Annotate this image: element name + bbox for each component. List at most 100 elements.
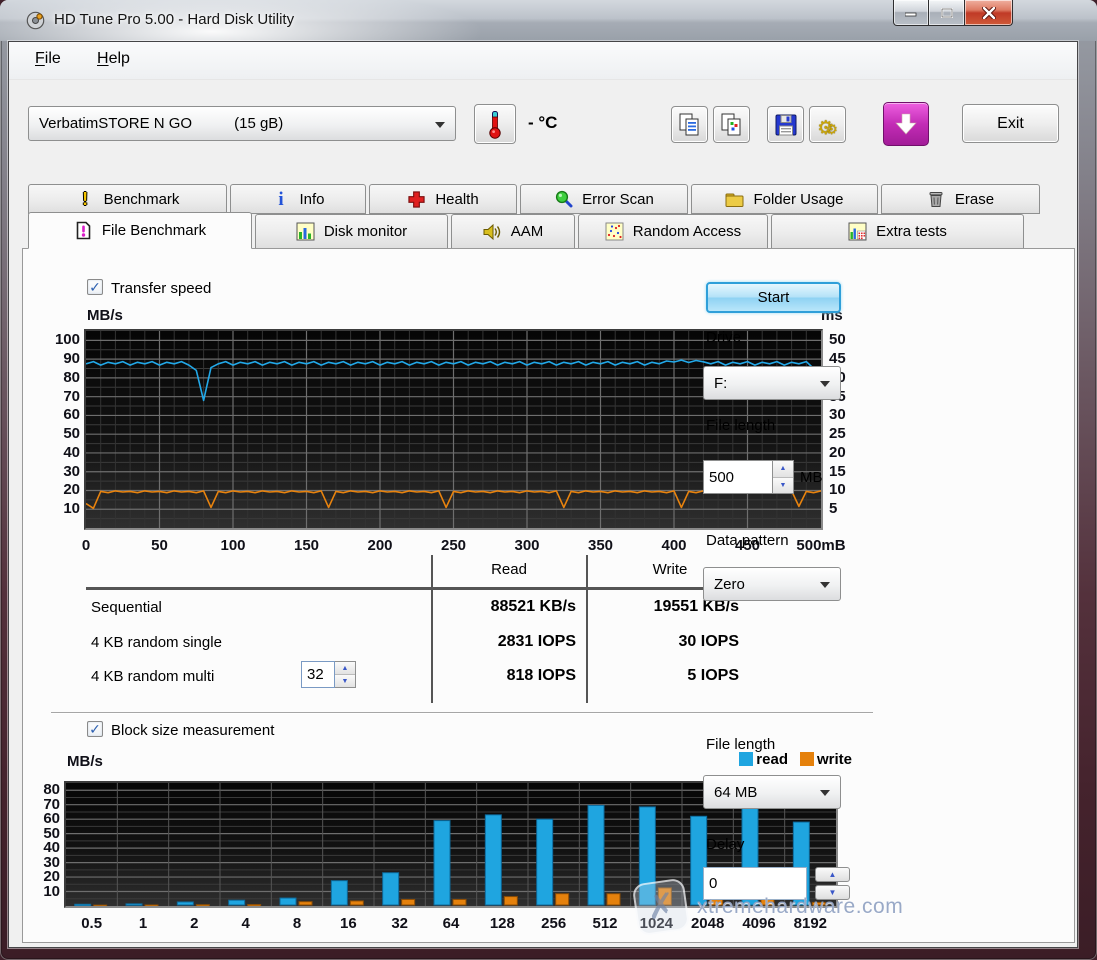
tick-label: 10: [22, 884, 60, 899]
tab-info[interactable]: i Info: [230, 184, 366, 214]
legend-write: write: [800, 751, 852, 768]
maximize-button[interactable]: [929, 0, 965, 26]
copy-text-button[interactable]: [671, 106, 708, 143]
delay-field[interactable]: 0: [703, 867, 807, 900]
random-single-write-value: 30 IOPS: [609, 633, 739, 651]
transfer-speed-label: Transfer speed: [111, 280, 211, 297]
spin-down-button[interactable]: ▼: [335, 674, 355, 687]
bar-chart-icon: [296, 222, 315, 241]
tab-row-1: ! Benchmark i Info Health: [28, 184, 1040, 214]
queue-depth-spinner[interactable]: 32 ▲ ▼: [301, 661, 356, 688]
tab-random-access[interactable]: Random Access: [578, 214, 768, 249]
delay-label: Delay: [706, 836, 744, 853]
random-multi-write-value: 5 IOPS: [609, 667, 739, 685]
drive-label: Drive: [706, 329, 741, 346]
file-length-value[interactable]: 500: [703, 460, 773, 494]
tick-label: 50: [125, 538, 195, 553]
spin-up-button[interactable]: ▲: [773, 461, 793, 477]
window-controls: [893, 0, 1013, 26]
temperature-button[interactable]: [474, 104, 516, 144]
tick-label: 200: [345, 538, 415, 553]
tick-label: 30: [42, 464, 80, 479]
tick-label: 60: [22, 811, 60, 826]
tick-label: 40: [42, 445, 80, 460]
tab-file-benchmark[interactable]: File Benchmark: [28, 212, 252, 249]
transfer-speed-checkbox[interactable]: ✓: [87, 279, 103, 295]
tick-label: 80: [42, 370, 80, 385]
file-length-spinner[interactable]: 500 ▲ ▼ MB: [703, 460, 823, 494]
data-pattern-value: Zero: [714, 576, 745, 593]
tick-label: 0: [51, 538, 121, 553]
write-swatch: [800, 752, 814, 766]
file-length2-dropdown[interactable]: 64 MB: [703, 775, 841, 809]
tick-label: 300: [492, 538, 562, 553]
tick-label: 70: [42, 389, 80, 404]
tab-error-scan[interactable]: Error Scan: [520, 184, 688, 214]
file-length2-value: 64 MB: [714, 784, 757, 801]
thermometer-icon: [484, 109, 506, 139]
speaker-icon: [483, 222, 502, 241]
close-button[interactable]: [965, 0, 1013, 26]
data-pattern-dropdown[interactable]: Zero: [703, 567, 841, 601]
spin-down-button[interactable]: ▼: [773, 477, 793, 494]
capture-button[interactable]: [883, 102, 929, 146]
tick-label: 250: [419, 538, 489, 553]
minimize-button[interactable]: [893, 0, 929, 26]
tab-label: Benchmark: [104, 191, 180, 208]
drive-select-size: (15 gB): [234, 115, 283, 132]
menu-file[interactable]: File: [35, 50, 61, 68]
tab-aam[interactable]: AAM: [451, 214, 575, 249]
window-title: HD Tune Pro 5.00 - Hard Disk Utility: [54, 11, 294, 28]
tab-health[interactable]: Health: [369, 184, 517, 214]
drive-dropdown[interactable]: F:: [703, 366, 841, 400]
health-cross-icon: [407, 190, 426, 209]
save-icon: [773, 112, 799, 138]
drive-select-dropdown[interactable]: VerbatimSTORE N GO (15 gB): [28, 106, 456, 141]
tick-label: 25: [829, 426, 867, 441]
menu-help[interactable]: Help: [97, 50, 130, 68]
exit-button[interactable]: Exit: [962, 104, 1059, 143]
tick-label: 150: [272, 538, 342, 553]
tab-disk-monitor[interactable]: Disk monitor: [255, 214, 448, 249]
block-chart-legend: read write: [739, 751, 852, 768]
client-area: File Help VerbatimSTORE N GO (15 gB) - °…: [8, 41, 1078, 948]
tab-folder-usage[interactable]: Folder Usage: [691, 184, 878, 214]
tick-label: 80: [22, 782, 60, 797]
spin-up-button[interactable]: ▲: [335, 662, 355, 674]
tab-label: Error Scan: [582, 191, 654, 208]
tick-label: 20: [42, 482, 80, 497]
legend-read: read: [739, 751, 788, 768]
row-label-sequential: Sequential: [91, 599, 162, 616]
tab-row-2: File Benchmark Disk monitor: [28, 214, 1024, 249]
delay-value[interactable]: 0: [703, 867, 807, 900]
tick-label: 5: [829, 501, 867, 516]
section-divider: [51, 712, 873, 714]
down-arrow-icon: [893, 111, 919, 137]
tick-label: 30: [829, 407, 867, 422]
tick-label: 90: [42, 351, 80, 366]
file-benchmark-icon: [74, 221, 93, 240]
menu-bar: File Help: [9, 42, 1077, 80]
tab-label: Random Access: [633, 223, 741, 240]
start-button[interactable]: Start: [706, 282, 841, 313]
copy-text-icon: [677, 112, 703, 138]
app-icon: [26, 11, 45, 34]
block-size-checkbox[interactable]: ✓: [87, 721, 103, 737]
random-single-read-value: 2831 IOPS: [446, 633, 576, 651]
tab-extra-tests[interactable]: Extra tests: [771, 214, 1024, 249]
queue-depth-value[interactable]: 32: [301, 661, 335, 688]
tick-label: 100: [198, 538, 268, 553]
table-divider: [586, 555, 588, 703]
window-frame: HD Tune Pro 5.00 - Hard Disk Utility Fil…: [0, 0, 1097, 960]
copy-image-button[interactable]: [713, 106, 750, 143]
spin-up-button[interactable]: ▲: [815, 867, 850, 882]
spin-down-button[interactable]: ▼: [815, 885, 850, 900]
tick-label: 350: [566, 538, 636, 553]
random-multi-read-value: 818 IOPS: [446, 667, 576, 685]
options-button[interactable]: ⚙⚙: [809, 106, 846, 143]
save-button[interactable]: [767, 106, 804, 143]
tab-erase[interactable]: Erase: [881, 184, 1040, 214]
column-header-read: Read: [449, 561, 569, 578]
y-axis-unit-block: MB/s: [67, 753, 103, 770]
tab-benchmark[interactable]: ! Benchmark: [28, 184, 227, 214]
